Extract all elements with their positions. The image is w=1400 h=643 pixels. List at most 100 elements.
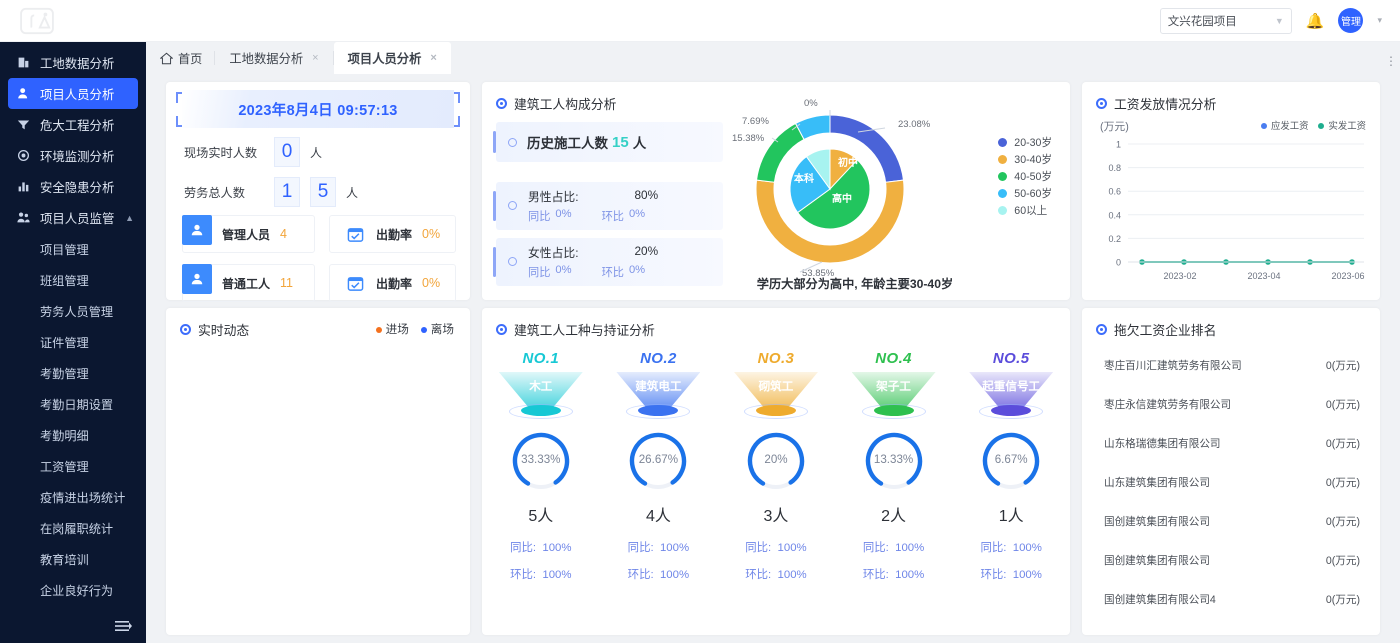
dashboard-canvas: 2023年8月4日 09:57:13 现场实时人数 0 人 劳务总人数 1 5 … (146, 74, 1400, 643)
onsite-count-unit: 人 (310, 144, 322, 161)
legend-label: 应发工资 (1271, 120, 1309, 131)
arrears-title-text: 拖欠工资企业排名 (1114, 320, 1216, 339)
chevron-up-icon[interactable]: ▲ (125, 213, 134, 223)
legend-entry-entry: 进场 (376, 321, 409, 337)
arrears-ranking-card: 拖欠工资企业排名 枣庄百川汇建筑劳务有限公司 0(万元)枣庄永信建筑劳务有限公司… (1082, 308, 1380, 635)
legend-label: 40-50岁 (1014, 169, 1052, 184)
sidebar-subitem-team-mgmt[interactable]: 班组管理 (0, 264, 146, 295)
bell-icon[interactable]: 🔔 (1306, 12, 1325, 30)
worktype-yoy: 同比: 100% (510, 539, 571, 555)
donut-percent-label: 7.69% (742, 116, 769, 127)
sidebar-subitem-good-behavior[interactable]: 企业良好行为 (0, 574, 146, 605)
close-icon[interactable]: × (430, 52, 436, 64)
user-menu-caret-icon[interactable]: ▾ (1377, 15, 1382, 26)
sidebar-item-safety-hazard[interactable]: 安全隐患分析 (0, 171, 146, 202)
sidebar-subitem-certificate-mgmt[interactable]: 证件管理 (0, 326, 146, 357)
sidebar-subitem-attendance-date[interactable]: 考勤日期设置 (0, 388, 146, 419)
worktype-column[interactable]: NO.4 架子工 13.33% 2人 同比: 100% 环比: 100% (835, 350, 953, 582)
worker-count-tile[interactable]: 普通工人 11 (182, 264, 315, 302)
arrears-company: 枣庄永信建筑劳务有限公司 (1104, 397, 1231, 412)
tab-person-analysis[interactable]: 项目人员分析 × (334, 42, 451, 74)
donut-percent-label: 23.08% (898, 119, 931, 130)
sidebar-subitem-education-training[interactable]: 教育培训 (0, 543, 146, 574)
collapse-menu-icon[interactable] (115, 620, 132, 635)
manager-count-tile[interactable]: 管理人员 4 (182, 215, 315, 253)
worktype-column[interactable]: NO.2 建筑电工 26.67% 4人 同比: 100% 环比: 100% (600, 350, 718, 582)
sidebar-subitem-salary-mgmt[interactable]: 工资管理 (0, 450, 146, 481)
avatar[interactable]: 管理 (1338, 8, 1363, 33)
tab-label: 项目人员分析 (348, 49, 422, 67)
donut-inner-label: 本科 (794, 172, 814, 185)
sidebar-item-environment[interactable]: 环境监测分析 (0, 140, 146, 171)
donut-legend-item[interactable]: 30-40岁 (998, 151, 1052, 168)
app-logo-icon (18, 6, 56, 36)
manager-attendance-value: 0% (422, 227, 440, 241)
worktype-column[interactable]: NO.5 起重信号工 6.67% 1人 同比: 100% 环比: 100% (952, 350, 1070, 582)
manager-count-label: 管理人员 (222, 226, 270, 243)
funnel-icon: 起重信号工 (969, 372, 1053, 422)
funnel-icon: 建筑电工 (616, 372, 700, 422)
sidebar-subitem-labor-mgmt[interactable]: 劳务人员管理 (0, 295, 146, 326)
worktype-name: 架子工 (852, 378, 936, 394)
worktype-yoy: 同比: 100% (628, 539, 689, 555)
sidebar-sublabel: 劳务人员管理 (40, 302, 113, 320)
female-ratio-line: 女性占比: 20% (496, 244, 723, 261)
sidebar-item-site-data[interactable]: 工地数据分析 (0, 47, 146, 78)
wage-analysis-card: 工资发放情况分析 (万元) 应发工资 实发工资 00.20.40.60.8120… (1082, 82, 1380, 300)
sidebar-label: 工地数据分析 (40, 54, 114, 72)
history-unit: 人 (633, 132, 647, 152)
donut-legend-item[interactable]: 20-30岁 (998, 134, 1052, 151)
sidebar-item-hazard-project[interactable]: 危大工程分析 (0, 109, 146, 140)
realtime-title-text: 实时动态 (198, 320, 249, 339)
worktype-mom: 环比: 100% (628, 566, 689, 582)
logo-container[interactable] (0, 0, 146, 42)
sidebar-label: 项目人员分析 (40, 85, 114, 103)
wage-legend: 应发工资 实发工资 (1261, 118, 1366, 132)
tab-overflow-icon[interactable]: ⋮ (1385, 54, 1398, 68)
sidebar-label: 危大工程分析 (40, 116, 114, 134)
sidebar: 工地数据分析 项目人员分析 危大工程分析 环境监测分析 安全隐患分析 项目人员监… (0, 42, 146, 643)
top-bar-right: 文兴花园项目 ▼ 🔔 管理 ▾ (1160, 8, 1400, 34)
sidebar-subitem-attendance-detail[interactable]: 考勤明细 (0, 419, 146, 450)
sidebar-item-person-analysis[interactable]: 项目人员分析 (8, 78, 138, 109)
worktype-percent: 33.33% (510, 453, 572, 466)
sidebar-subitem-epidemic-stats[interactable]: 疫情进出场统计 (0, 481, 146, 512)
legend-label: 30-40岁 (1014, 152, 1052, 167)
worktype-column[interactable]: NO.3 砌筑工 20% 3人 同比: 100% 环比: 100% (717, 350, 835, 582)
female-mom-value: 0% (629, 264, 645, 280)
arrears-row[interactable]: 国创建筑集团有限公司 0(万元) (1082, 502, 1380, 541)
arrears-row[interactable]: 国创建筑集团有限公司 0(万元) (1082, 541, 1380, 580)
close-icon[interactable]: × (312, 52, 318, 64)
project-selector[interactable]: 文兴花园项目 ▼ (1160, 8, 1292, 34)
sidebar-item-person-supervision[interactable]: 项目人员监管 ▲ (0, 202, 146, 233)
male-ratio-compare: 同比 0% 环比 0% (496, 208, 723, 224)
manager-attendance-tile[interactable]: 出勤率 0% (329, 215, 456, 253)
legend-label: 离场 (431, 323, 454, 336)
sidebar-subitem-onduty-stats[interactable]: 在岗履职统计 (0, 512, 146, 543)
donut-legend-item[interactable]: 60以上 (998, 202, 1052, 219)
female-ratio-label: 女性占比: (528, 244, 578, 261)
male-ratio-line: 男性占比: 80% (496, 188, 723, 205)
total-labor-digit-2: 5 (310, 177, 336, 207)
arrears-row[interactable]: 枣庄永信建筑劳务有限公司 0(万元) (1082, 385, 1380, 424)
total-labor-unit: 人 (346, 184, 358, 201)
arrears-row[interactable]: 山东格瑞德集团有限公司 0(万元) (1082, 424, 1380, 463)
tab-home[interactable]: 首页 (146, 42, 214, 74)
arrears-row[interactable]: 山东建筑集团有限公司 0(万元) (1082, 463, 1380, 502)
sidebar-subitem-attendance-mgmt[interactable]: 考勤管理 (0, 357, 146, 388)
worktype-column[interactable]: NO.1 木工 33.33% 5人 同比: 100% 环比: 100% (482, 350, 600, 582)
legend-dot-icon (1318, 123, 1324, 129)
tab-site-data-analysis[interactable]: 工地数据分析 × (215, 42, 332, 74)
donut-inner-label: 高中 (832, 192, 852, 205)
donut-percent-label: 15.38% (732, 133, 765, 144)
donut-legend-item[interactable]: 40-50岁 (998, 168, 1052, 185)
donut-legend-item[interactable]: 50-60岁 (998, 185, 1052, 202)
sidebar-subitem-project-mgmt[interactable]: 项目管理 (0, 233, 146, 264)
arrears-row[interactable]: 枣庄百川汇建筑劳务有限公司 0(万元) (1082, 346, 1380, 385)
user-icon (182, 215, 212, 245)
arrears-row[interactable]: 国创建筑集团有限公司4 0(万元) (1082, 580, 1380, 619)
male-ratio-value: 80% (634, 188, 658, 205)
worktype-rank: NO.1 (522, 350, 559, 367)
sidebar-sublabel: 考勤日期设置 (40, 395, 113, 413)
worker-attendance-tile[interactable]: 出勤率 0% (329, 264, 456, 302)
